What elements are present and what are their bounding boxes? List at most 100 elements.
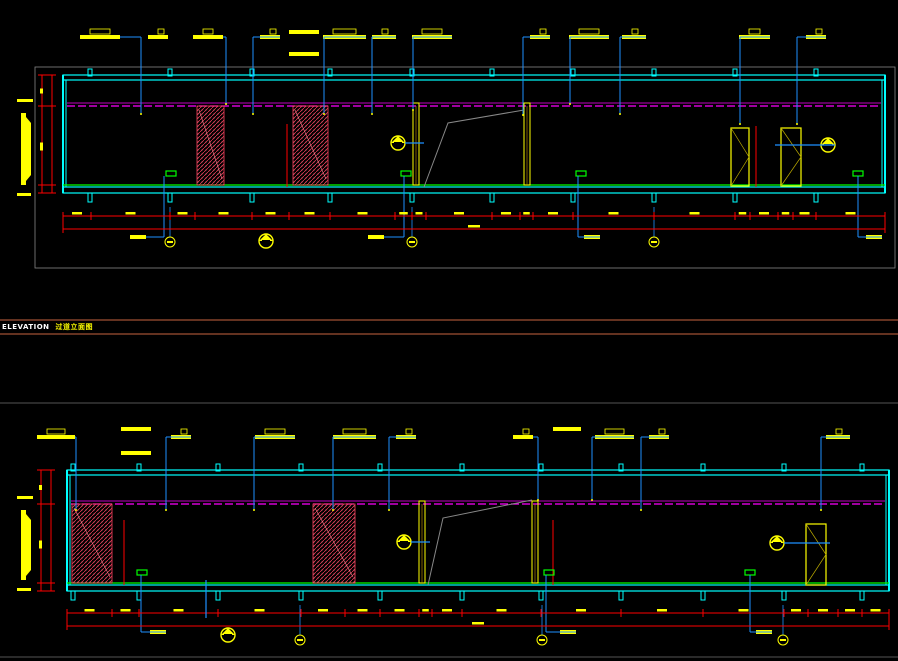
grid-bubble-text	[780, 639, 786, 641]
column-bracket-bottom	[70, 590, 76, 601]
dimension-text	[394, 609, 405, 612]
door-swing-line	[427, 499, 533, 586]
leader-dot	[522, 114, 524, 116]
dimension-text	[218, 212, 229, 215]
dimension-text	[759, 212, 769, 215]
column-bracket-bottom	[618, 590, 624, 601]
material-tag-label	[381, 28, 389, 35]
vertical-dim-text	[40, 142, 43, 151]
column-bracket-bottom	[215, 590, 221, 601]
dimension-text	[738, 212, 747, 215]
dimension-text	[120, 609, 131, 612]
elevation-marker-text	[262, 240, 270, 243]
leader-dot	[619, 113, 621, 115]
dimension-text	[576, 609, 586, 612]
level-symbol-text	[17, 99, 33, 102]
material-tag-label	[748, 28, 761, 35]
level-symbol-icon	[21, 113, 26, 185]
door	[805, 523, 827, 586]
dimension-text	[608, 212, 619, 215]
material-tag-label	[89, 28, 111, 35]
dimension-text	[781, 212, 790, 215]
column-bracket-bottom	[859, 590, 865, 601]
material-tag-label	[180, 428, 188, 435]
dimension-text	[125, 212, 136, 215]
material-tag-label	[157, 28, 165, 35]
cad-drawing	[0, 28, 898, 658]
elevation-marker-arrow	[259, 234, 273, 241]
column-bracket-bottom	[377, 590, 383, 601]
dimension-text	[177, 212, 188, 215]
material-tag-label	[658, 428, 666, 435]
note-bar	[121, 451, 151, 455]
leader-dot	[796, 123, 798, 125]
vertical-dim-text	[39, 540, 42, 549]
dimension-text	[845, 609, 855, 612]
material-tag-icon	[193, 35, 223, 39]
dimension-text	[72, 212, 82, 215]
dimension-text	[870, 609, 881, 612]
leader-dot	[253, 509, 255, 511]
column-bracket-bottom	[700, 590, 706, 601]
column-bracket-bottom	[167, 192, 173, 203]
dimension-text	[415, 212, 423, 215]
dimension-text	[501, 212, 511, 215]
dimension-text	[496, 609, 507, 612]
column-bracket-bottom	[781, 590, 787, 601]
material-tag-icon	[37, 435, 75, 439]
leader-dot	[640, 509, 642, 511]
material-tag-label	[522, 428, 530, 435]
material-tag-icon	[148, 35, 168, 39]
leader-dot	[537, 499, 539, 501]
door	[730, 127, 750, 187]
door	[780, 127, 802, 187]
dimension-text	[689, 212, 700, 215]
floor-tag	[744, 569, 756, 576]
column-bracket-bottom	[459, 590, 465, 601]
dimension-text	[84, 609, 95, 612]
level-symbol-text	[17, 588, 31, 591]
leader-dot	[225, 103, 227, 105]
material-tag-label	[332, 28, 357, 35]
elevation-marker-text	[224, 634, 232, 637]
material-tag-icon	[130, 235, 146, 239]
column-bracket-bottom	[813, 192, 819, 203]
leader-dot	[140, 113, 142, 115]
dimension-text	[304, 212, 315, 215]
level-symbol-text	[17, 496, 33, 499]
material-tag-icon	[368, 235, 384, 239]
material-tag-icon	[513, 435, 533, 439]
dimension-text	[523, 212, 530, 215]
note-bar	[289, 52, 319, 56]
column-bracket-bottom	[409, 192, 415, 203]
section-title: ELEVATION 过道立面图	[2, 322, 93, 332]
leader-dot	[820, 509, 822, 511]
material-tag-label	[835, 428, 843, 435]
column-bracket-bottom	[136, 590, 142, 601]
floor-tag	[575, 170, 587, 177]
dimension-text	[265, 212, 276, 215]
dimension-text	[799, 212, 810, 215]
column-bracket-bottom	[87, 192, 93, 203]
note-bar	[553, 427, 581, 431]
dimension-text	[657, 609, 667, 612]
elevation-marker-text	[400, 541, 408, 544]
dimension-text	[738, 609, 749, 612]
elevation-bottom	[17, 427, 890, 646]
vertical-dim-text	[40, 88, 43, 94]
grid-bubble-text	[167, 241, 173, 243]
material-tag-label	[269, 28, 277, 35]
material-tag-label	[815, 28, 823, 35]
door-swing-line	[423, 109, 525, 188]
column-bracket-bottom	[651, 192, 657, 203]
material-tag-label	[46, 428, 66, 435]
elevation-marker-arrow	[821, 138, 835, 145]
material-tag-label	[342, 428, 367, 435]
floor-band	[66, 584, 890, 592]
material-tag-label	[604, 428, 625, 435]
dimension-text	[818, 609, 828, 612]
column-bracket-bottom	[249, 192, 255, 203]
dimension-text	[357, 212, 368, 215]
leader-dot	[569, 103, 571, 105]
level-symbol-text	[17, 193, 31, 196]
